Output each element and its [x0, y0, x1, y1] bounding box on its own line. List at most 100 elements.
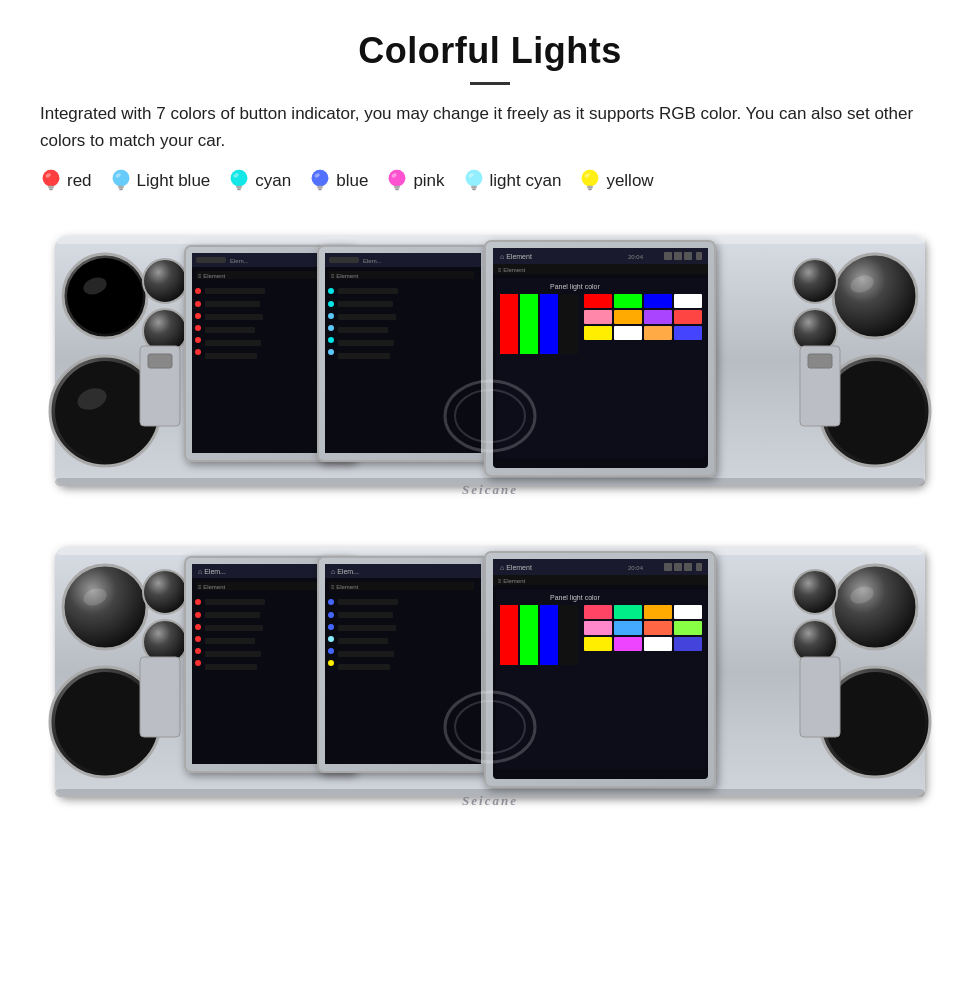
product-image-top: Elem... ≡ Element [40, 216, 940, 511]
svg-rect-105 [584, 294, 612, 308]
svg-point-121 [793, 259, 837, 303]
svg-rect-7 [118, 186, 124, 189]
svg-rect-111 [644, 310, 672, 324]
bulb-icon-cyan [228, 168, 250, 194]
color-list: red Light blue cyan [40, 168, 940, 194]
svg-rect-47 [148, 354, 172, 368]
svg-rect-87 [338, 353, 390, 359]
svg-text:Elem...: Elem... [363, 258, 382, 264]
svg-rect-113 [584, 326, 612, 340]
svg-rect-114 [614, 326, 642, 340]
color-item-blue: blue [309, 168, 368, 194]
svg-rect-172 [338, 625, 396, 631]
svg-rect-96 [696, 252, 702, 260]
svg-rect-175 [338, 664, 390, 670]
svg-rect-93 [664, 252, 672, 260]
svg-rect-124 [808, 354, 832, 368]
svg-rect-154 [205, 638, 255, 644]
product-svg-bottom: ⌂ Elem... ≡ Element [40, 527, 940, 822]
svg-rect-202 [614, 637, 642, 651]
svg-text:Panel light color: Panel light color [550, 283, 600, 291]
svg-rect-62 [205, 288, 265, 294]
svg-point-16 [312, 170, 329, 187]
svg-rect-211 [800, 657, 840, 737]
svg-rect-12 [237, 186, 243, 189]
svg-rect-197 [584, 621, 612, 635]
svg-rect-115 [644, 326, 672, 340]
page-title: Colorful Lights [40, 30, 940, 72]
svg-text:Panel light color: Panel light color [550, 594, 600, 602]
svg-point-146 [195, 612, 201, 618]
svg-rect-204 [674, 637, 702, 651]
svg-rect-23 [396, 189, 400, 191]
svg-point-135 [143, 570, 187, 614]
svg-rect-198 [614, 621, 642, 635]
svg-rect-155 [205, 651, 261, 657]
color-item-yellow: yellow [579, 168, 653, 194]
svg-text:Elem...: Elem... [230, 258, 249, 264]
title-divider [470, 82, 510, 85]
svg-text:⌂  Element: ⌂ Element [500, 253, 532, 260]
svg-point-150 [195, 660, 201, 666]
svg-point-79 [328, 325, 334, 331]
svg-rect-65 [205, 327, 255, 333]
svg-rect-17 [317, 186, 323, 189]
svg-rect-153 [205, 625, 263, 631]
color-label-cyan: cyan [255, 171, 291, 191]
svg-rect-106 [614, 294, 642, 308]
svg-point-60 [195, 337, 201, 343]
svg-text:20:04: 20:04 [628, 254, 644, 260]
svg-point-147 [195, 624, 201, 630]
svg-rect-174 [338, 651, 394, 657]
bulb-icon-lightcyan [463, 168, 485, 194]
svg-rect-84 [338, 314, 396, 320]
svg-point-6 [112, 170, 129, 187]
svg-point-77 [328, 301, 334, 307]
svg-rect-8 [119, 189, 123, 191]
svg-text:≡  Element: ≡ Element [331, 584, 359, 590]
product-image-bottom: ⌂ Elem... ≡ Element [40, 527, 940, 822]
color-label-lightcyan: light cyan [490, 171, 562, 191]
svg-point-149 [195, 648, 201, 654]
svg-text:Seicane: Seicane [462, 793, 518, 808]
svg-rect-97 [493, 264, 708, 274]
svg-point-81 [328, 349, 334, 355]
svg-text:≡  Element: ≡ Element [331, 273, 359, 279]
svg-rect-71 [329, 257, 359, 263]
svg-rect-63 [205, 301, 260, 307]
svg-point-117 [833, 254, 917, 338]
svg-point-44 [143, 259, 187, 303]
svg-rect-203 [644, 637, 672, 651]
svg-point-80 [328, 337, 334, 343]
svg-rect-67 [205, 353, 257, 359]
svg-point-148 [195, 636, 201, 642]
svg-rect-3 [49, 189, 53, 191]
svg-point-131 [63, 565, 147, 649]
svg-rect-195 [644, 605, 672, 619]
svg-text:⌂  Element: ⌂ Element [500, 564, 532, 571]
page-container: Colorful Lights Integrated with 7 colors… [0, 0, 980, 858]
svg-point-31 [582, 170, 599, 187]
svg-point-205 [833, 565, 917, 649]
svg-point-58 [195, 313, 201, 319]
color-label-lightblue: Light blue [137, 171, 211, 191]
svg-rect-156 [205, 664, 257, 670]
color-label-yellow: yellow [606, 171, 653, 191]
color-item-lightcyan: light cyan [463, 168, 562, 194]
svg-rect-181 [664, 563, 672, 571]
svg-rect-94 [674, 252, 682, 260]
svg-rect-137 [140, 657, 180, 737]
svg-text:≡  Element: ≡ Element [198, 273, 226, 279]
svg-rect-13 [237, 189, 241, 191]
svg-rect-85 [338, 327, 388, 333]
svg-point-168 [328, 648, 334, 654]
svg-rect-102 [520, 294, 538, 354]
svg-point-169 [328, 660, 334, 666]
svg-rect-199 [644, 621, 672, 635]
svg-rect-51 [196, 257, 226, 263]
title-section: Colorful Lights [40, 30, 940, 85]
svg-rect-95 [684, 252, 692, 260]
svg-rect-194 [614, 605, 642, 619]
svg-point-209 [793, 570, 837, 614]
svg-rect-170 [338, 599, 398, 605]
